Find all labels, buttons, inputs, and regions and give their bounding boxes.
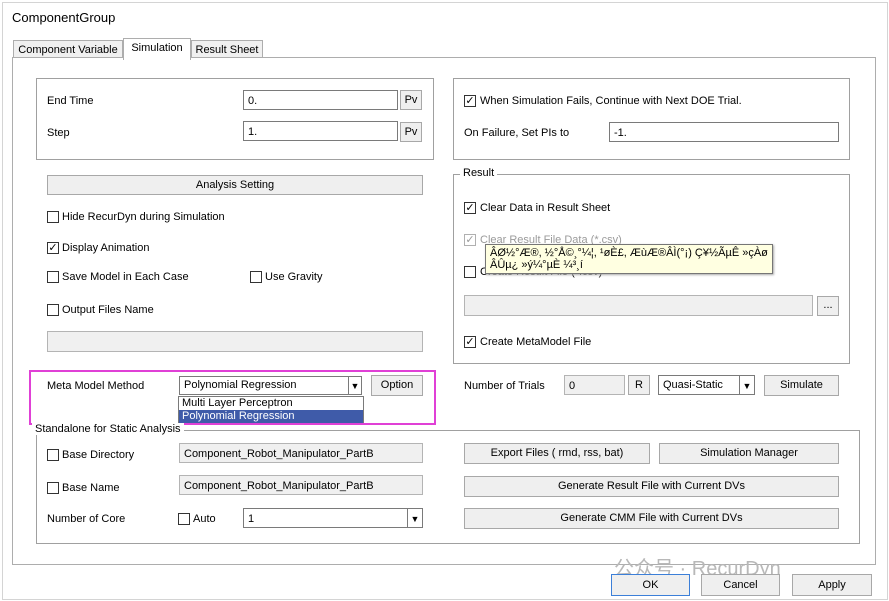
number-of-trials-label: Number of Trials — [464, 380, 545, 392]
output-files-input[interactable] — [47, 331, 423, 352]
use-gravity-checkbox[interactable] — [250, 271, 262, 283]
clear-data-checkbox[interactable]: ✓ — [464, 202, 476, 214]
use-gravity-label: Use Gravity — [265, 271, 323, 283]
hide-recurdyn-label: Hide RecurDyn during Simulation — [62, 211, 225, 223]
create-metamodel-checkbox[interactable]: ✓ — [464, 336, 476, 348]
step-pv-button[interactable]: Pv — [400, 122, 422, 142]
highlight-box — [29, 370, 436, 425]
continue-label: When Simulation Fails, Continue with Nex… — [480, 95, 742, 107]
set-pis-input[interactable]: -1. — [609, 122, 839, 142]
base-directory-checkbox[interactable] — [47, 449, 59, 461]
clear-result-file-checkbox[interactable]: ✓ — [464, 234, 476, 246]
output-files-checkbox[interactable] — [47, 304, 59, 316]
create-metamodel-label: Create MetaModel File — [480, 336, 592, 348]
number-of-core-select[interactable]: 1 — [243, 508, 408, 528]
end-time-label: End Time — [47, 95, 94, 107]
step-input[interactable]: 1. — [243, 121, 398, 141]
auto-label: Auto — [193, 513, 216, 525]
result-legend: Result — [460, 167, 498, 179]
export-files-button[interactable]: Export Files ( rmd, rss, bat) — [464, 443, 650, 464]
display-animation-checkbox[interactable]: ✓ — [47, 242, 59, 254]
save-model-checkbox[interactable] — [47, 271, 59, 283]
create-result-file-checkbox[interactable] — [464, 266, 476, 278]
r-button[interactable]: R — [628, 375, 650, 395]
tab-simulation[interactable]: Simulation — [123, 38, 191, 60]
step-label: Step — [47, 127, 70, 139]
hide-recurdyn-checkbox[interactable] — [47, 211, 59, 223]
base-name-checkbox[interactable] — [47, 482, 59, 494]
base-name-input[interactable]: Component_Robot_Manipulator_PartB — [179, 475, 423, 495]
clear-data-label: Clear Data in Result Sheet — [480, 202, 611, 214]
result-file-path-input[interactable] — [464, 295, 813, 316]
tooltip-line-1: ÂØ½°Æ®, ½°Å©¸°¼¦, ¹øÈ£, ÆùÆ®ÂÌ(°¡) Ç¥½Ãµ… — [490, 247, 768, 259]
generate-result-file-button[interactable]: Generate Result File with Current DVs — [464, 476, 839, 497]
ok-button[interactable]: OK — [611, 574, 690, 596]
apply-button[interactable]: Apply — [792, 574, 872, 596]
cancel-button[interactable]: Cancel — [701, 574, 780, 596]
continue-checkbox[interactable]: ✓ — [464, 95, 476, 107]
base-name-label: Base Name — [62, 482, 120, 494]
standalone-legend: Standalone for Static Analysis — [32, 423, 184, 435]
end-time-input[interactable]: 0. — [243, 90, 398, 110]
core-dropdown-icon[interactable]: ▼ — [408, 508, 423, 528]
tooltip-line-2: ÂÛµ¿ »ý¼°µÈ ¼³¸í — [490, 259, 583, 271]
display-animation-label: Display Animation — [62, 242, 150, 254]
output-files-label: Output Files Name — [62, 304, 154, 316]
base-directory-label: Base Directory — [62, 449, 135, 461]
save-model-label: Save Model in Each Case — [62, 271, 189, 283]
tooltip-popup: ÂØ½°Æ®, ½°Å©¸°¼¦, ¹øÈ£, ÆùÆ®ÂÌ(°¡) Ç¥½Ãµ… — [485, 244, 773, 274]
mode-dropdown-icon[interactable]: ▼ — [740, 375, 755, 395]
set-pis-label: On Failure, Set PIs to — [464, 127, 570, 139]
base-directory-input[interactable]: Component_Robot_Manipulator_PartB — [179, 443, 423, 463]
auto-checkbox[interactable] — [178, 513, 190, 525]
failure-group — [453, 78, 850, 160]
generate-cmm-file-button[interactable]: Generate CMM File with Current DVs — [464, 508, 839, 529]
number-of-trials-input[interactable]: 0 — [564, 375, 625, 395]
end-time-pv-button[interactable]: Pv — [400, 90, 422, 110]
browse-button[interactable]: ... — [817, 296, 839, 316]
analysis-setting-button[interactable]: Analysis Setting — [47, 175, 423, 195]
simulation-manager-button[interactable]: Simulation Manager — [659, 443, 839, 464]
analysis-mode-select[interactable]: Quasi-Static — [658, 375, 740, 395]
simulate-button[interactable]: Simulate — [764, 375, 839, 396]
number-of-core-label: Number of Core — [47, 513, 126, 525]
window-title: ComponentGroup — [12, 10, 116, 25]
